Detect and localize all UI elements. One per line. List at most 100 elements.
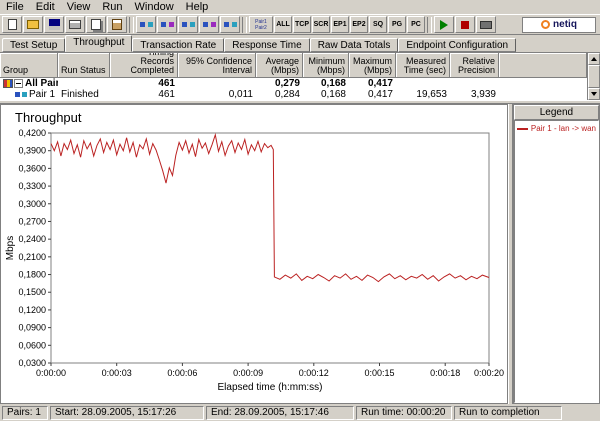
scroll-up-button[interactable] — [588, 53, 600, 65]
header-minimum[interactable]: Minimum (Mbps) — [303, 53, 349, 78]
table-row-all-pairs[interactable]: All Pairs 461 0,279 0,168 0,417 — [0, 78, 587, 89]
filter-all-button[interactable]: ALL — [274, 16, 292, 33]
new-test-button[interactable] — [2, 16, 22, 33]
open-folder-icon — [27, 20, 39, 29]
menu-file[interactable]: File — [0, 1, 30, 14]
printer-icon — [69, 20, 81, 29]
print-button[interactable] — [65, 16, 85, 33]
menu-edit[interactable]: Edit — [30, 1, 61, 14]
menu-window[interactable]: Window — [129, 1, 180, 14]
netiq-logo-text: netiq — [553, 19, 577, 30]
legend-swatch — [516, 127, 528, 130]
all-pairs-chart-icon — [3, 79, 13, 88]
legend-list: Pair 1 - lan -> wan — [513, 120, 599, 403]
precision-cell: 3,939 — [470, 89, 496, 100]
edit-pair-button[interactable] — [157, 16, 177, 33]
stop-test-button[interactable] — [455, 16, 475, 33]
svg-text:0,3000: 0,3000 — [18, 199, 46, 209]
toolbar: Pair1 Pair2 ALL TCP SCR EP1 EP2 SQ PG PC… — [0, 15, 600, 35]
svg-text:0:00:20: 0:00:20 — [474, 368, 504, 378]
svg-text:0:00:03: 0:00:03 — [102, 368, 132, 378]
status-run-mode: Run to completion — [454, 406, 562, 420]
netiq-logo: netiq — [522, 16, 596, 33]
scrollbar-thumb[interactable] — [588, 65, 600, 88]
max-cell: 0,417 — [367, 89, 393, 100]
tab-test-setup[interactable]: Test Setup — [2, 38, 66, 52]
pair-icon — [223, 20, 237, 29]
save-disk-icon — [48, 19, 60, 30]
filter-pg-button[interactable]: PG — [388, 16, 406, 33]
add-pair-button[interactable] — [136, 16, 156, 33]
ci-cell: 0,011 — [228, 89, 253, 100]
min-cell: 0,168 — [320, 89, 346, 100]
legend-entry[interactable]: Pair 1 - lan -> wan — [516, 124, 596, 133]
svg-text:0,1200: 0,1200 — [18, 305, 46, 315]
run-test-button[interactable] — [434, 16, 454, 33]
avg-cell: 0,284 — [274, 89, 300, 100]
chart-panel: Throughput 0,4200 0,3900 0,3600 0,3300 0,300… — [0, 104, 508, 404]
svg-text:0:00:12: 0:00:12 — [299, 368, 329, 378]
tab-raw-data-totals[interactable]: Raw Data Totals — [309, 38, 399, 52]
main-area: Throughput 0,4200 0,3900 0,3600 0,3300 0,300… — [0, 104, 600, 404]
menu-bar: File Edit View Run Window Help — [0, 0, 600, 15]
svg-text:0,0300: 0,0300 — [18, 358, 46, 368]
svg-text:0,0900: 0,0900 — [18, 323, 46, 333]
svg-text:0:00:15: 0:00:15 — [364, 368, 394, 378]
header-group[interactable]: Group — [0, 53, 58, 78]
scroll-down-button[interactable] — [588, 88, 600, 100]
avg-cell: 0,279 — [274, 78, 300, 89]
status-end: End: 28.09.2005, 15:17:46 — [206, 406, 354, 420]
tab-throughput[interactable]: Throughput — [65, 35, 133, 52]
filter-sq-button[interactable]: SQ — [369, 16, 387, 33]
copy-pair-button[interactable] — [178, 16, 198, 33]
sort-pairs-button[interactable]: Pair1 Pair2 — [249, 16, 273, 33]
new-document-icon — [7, 19, 17, 30]
pair-icon — [139, 20, 153, 29]
legend-entry-label: Pair 1 - lan -> wan — [530, 124, 596, 133]
open-button[interactable] — [23, 16, 43, 33]
pair-icon — [202, 20, 216, 29]
tab-transaction-rate[interactable]: Transaction Rate — [132, 38, 225, 52]
status-pairs: Pairs: 1 — [2, 406, 48, 420]
tab-response-time[interactable]: Response Time — [224, 38, 310, 52]
save-button[interactable] — [44, 16, 64, 33]
header-measured-time[interactable]: Measured Time (sec) — [396, 53, 450, 78]
legend-header[interactable]: Legend — [513, 105, 599, 120]
header-confidence[interactable]: 95% Confidence Interval — [178, 53, 256, 78]
collapse-icon[interactable] — [14, 79, 23, 88]
filter-tcp-button[interactable]: TCP — [293, 16, 311, 33]
paste-icon — [112, 19, 122, 30]
filter-ep1-button[interactable]: EP1 — [331, 16, 349, 33]
header-maximum[interactable]: Maximum (Mbps) — [349, 53, 396, 78]
tab-endpoint-configuration[interactable]: Endpoint Configuration — [398, 38, 517, 52]
stop-icon — [461, 20, 469, 29]
filter-pc-button[interactable]: PC — [407, 16, 425, 33]
copy-button[interactable] — [86, 16, 106, 33]
sort-pairs-label-2: Pair2 — [255, 25, 267, 31]
paste-button[interactable] — [107, 16, 127, 33]
svg-text:0,3300: 0,3300 — [18, 181, 46, 191]
results-table: Group Run Status Timing Records Complete… — [0, 52, 600, 100]
header-relative-precision[interactable]: Relative Precision — [450, 53, 499, 78]
filter-scr-button[interactable]: SCR — [312, 16, 330, 33]
menu-view[interactable]: View — [61, 1, 97, 14]
svg-text:0:00:09: 0:00:09 — [233, 368, 263, 378]
group-pairs-button[interactable] — [199, 16, 219, 33]
ci-cell — [178, 78, 256, 89]
header-average[interactable]: Average (Mbps) — [256, 53, 303, 78]
filter-ep2-button[interactable]: EP2 — [350, 16, 368, 33]
table-row-pair-1[interactable]: Pair 1 Finished 461 0,011 0,284 0,168 0,… — [0, 89, 587, 100]
status-run-time: Run time: 00:00:20 — [356, 406, 452, 420]
menu-run[interactable]: Run — [96, 1, 128, 14]
arrow-up-icon — [591, 57, 597, 61]
table-scrollbar[interactable] — [587, 53, 600, 100]
pair-icon — [15, 91, 27, 99]
group-label: All Pairs — [25, 78, 58, 89]
menu-help[interactable]: Help — [180, 1, 215, 14]
throughput-chart: 0,4200 0,3900 0,3600 0,3300 0,3000 0,2700 0,24… — [5, 128, 504, 393]
header-timing-records[interactable]: Timing Records Completed — [110, 53, 178, 78]
header-run-status[interactable]: Run Status — [58, 53, 110, 78]
svg-text:Elapsed time (h:mm:ss): Elapsed time (h:mm:ss) — [217, 382, 322, 393]
snapshot-button[interactable] — [476, 16, 496, 33]
swap-endpoints-button[interactable] — [220, 16, 240, 33]
